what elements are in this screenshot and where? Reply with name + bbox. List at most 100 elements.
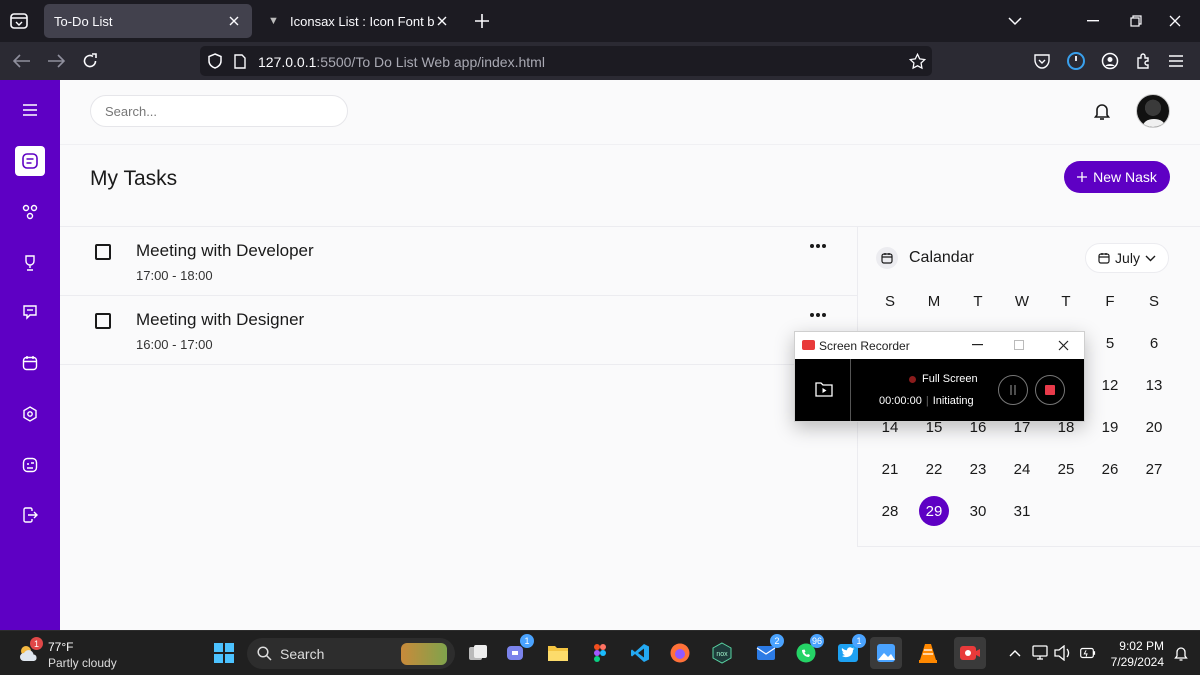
minimize-icon[interactable] [1080,8,1106,34]
recorder-time: 00:00:00 [879,395,922,407]
task-view-icon[interactable] [462,637,494,669]
shield-icon[interactable] [206,52,224,70]
new-tab-plus-icon[interactable] [470,10,494,32]
file-explorer-icon[interactable] [542,637,574,669]
folder-play-icon[interactable] [815,381,833,397]
calendar-day[interactable]: 30 [956,490,1000,532]
task-checkbox[interactable] [95,244,111,260]
month-select[interactable]: July [1085,243,1169,273]
sidebar-item-tasks[interactable] [15,146,45,176]
close-window-icon[interactable] [1162,8,1188,34]
close-icon[interactable] [434,13,450,29]
volume-icon[interactable] [1054,644,1072,662]
calendar-day[interactable]: 26 [1088,448,1132,490]
calendar-day[interactable]: 5 [1088,322,1132,364]
calendar-day[interactable]: 12 [1088,364,1132,406]
pause-button[interactable] [998,375,1028,405]
task-checkbox[interactable] [95,313,111,329]
sidebar-item-settings[interactable] [15,399,45,429]
calendar-icon [1098,253,1110,264]
new-task-button[interactable]: New Nask [1064,161,1170,193]
calendar-day-selected[interactable]: 29 [912,490,956,532]
network-icon[interactable] [1032,644,1050,662]
browser-tab-todo[interactable]: To-Do List [44,4,252,38]
close-icon[interactable] [226,13,242,29]
twitter-icon[interactable]: 1 [832,634,866,669]
sidebar-item-profile[interactable] [15,450,45,480]
close-icon[interactable] [1055,337,1071,353]
extensions-puzzle-icon[interactable] [1132,49,1156,73]
calendar-day[interactable]: 21 [868,448,912,490]
bell-icon[interactable] [1092,101,1112,121]
sidebar [0,80,60,630]
recorder-mode[interactable]: Full Screen [909,373,978,385]
calendar-day[interactable]: 22 [912,448,956,490]
calendar-weekday: M [927,292,941,310]
hamburger-menu-icon[interactable] [1164,49,1188,73]
mail-icon[interactable]: 2 [750,634,784,669]
calendar-day[interactable]: 6 [1132,322,1176,364]
notification-bell-icon[interactable] [1172,644,1190,662]
calendar-day[interactable]: 19 [1088,406,1132,448]
nox-player-icon[interactable]: nox [706,637,738,669]
chevron-down-icon[interactable] [1002,8,1028,34]
windows-taskbar: 1 77°F Partly cloudy Search 1 nox 2 96 1… [0,630,1200,675]
tab-title: To-Do List [54,13,113,29]
calendar-icon [22,356,38,371]
calendar-day-number: 28 [881,502,899,520]
more-horizontal-icon[interactable] [810,310,826,320]
taskbar-search[interactable]: Search [247,638,455,669]
star-icon[interactable] [908,52,926,70]
stop-button[interactable] [1035,375,1065,405]
screen-recorder-taskbar-icon[interactable] [954,637,986,669]
task-row: Meeting with Designer 16:00 - 17:00 [60,296,857,365]
calendar-day[interactable]: 20 [1132,406,1176,448]
extension-progress-icon[interactable] [1064,49,1088,73]
taskbar-clock[interactable]: 9:02 PM 7/29/2024 [1104,638,1164,670]
teams-chat-icon[interactable]: 1 [500,634,534,669]
back-arrow-icon[interactable] [10,49,34,73]
calendar-day[interactable]: 13 [1132,364,1176,406]
sidebar-menu-toggle[interactable] [15,95,45,125]
plus-icon [1077,172,1088,182]
chevron-up-icon[interactable] [1006,644,1024,662]
avatar[interactable] [1136,94,1170,128]
vscode-icon[interactable] [624,637,656,669]
tab-list-icon[interactable] [8,10,30,32]
pocket-icon[interactable] [1030,49,1054,73]
calendar-day[interactable]: 28 [868,490,912,532]
calendar-day[interactable]: 27 [1132,448,1176,490]
calendar-day[interactable]: 24 [1000,448,1044,490]
reload-icon[interactable] [78,49,102,73]
forward-arrow-icon[interactable] [44,49,68,73]
figma-icon[interactable] [584,637,616,669]
calendar-day-number: 31 [1013,502,1031,520]
account-icon[interactable] [1098,49,1122,73]
sidebar-item-messages[interactable] [15,297,45,327]
calendar-day[interactable]: 25 [1044,448,1088,490]
photos-icon[interactable] [870,637,902,669]
calendar-day[interactable]: 23 [956,448,1000,490]
sidebar-item-calendar[interactable] [15,348,45,378]
firefox-icon[interactable] [664,637,696,669]
minimize-icon[interactable] [969,337,985,353]
calendar-day-number: 22 [925,460,943,478]
url-text[interactable]: 127.0.0.1:5500/To Do List Web app/index.… [258,54,545,70]
calendar-day-number: 26 [1101,460,1119,478]
calendar-day[interactable]: 31 [1000,490,1044,532]
search-input[interactable] [90,95,348,127]
browser-tab-iconsax[interactable]: ▼ Iconsax List : Icon Font by Vuesax [258,4,460,38]
windows-start-icon[interactable] [208,637,240,669]
sidebar-item-team[interactable] [15,197,45,227]
page-icon[interactable] [231,52,249,70]
weather-widget[interactable]: 1 77°F Partly cloudy [14,637,124,671]
whatsapp-icon[interactable]: 96 [790,634,824,669]
more-horizontal-icon[interactable] [810,241,826,251]
sidebar-item-achievements[interactable] [15,248,45,278]
vlc-icon[interactable] [912,637,944,669]
maximize-icon[interactable] [1011,337,1027,353]
restore-icon[interactable] [1123,8,1149,34]
sidebar-item-logout[interactable] [15,500,45,530]
battery-icon[interactable] [1078,644,1096,662]
address-bar[interactable]: 127.0.0.1:5500/To Do List Web app/index.… [200,46,932,76]
